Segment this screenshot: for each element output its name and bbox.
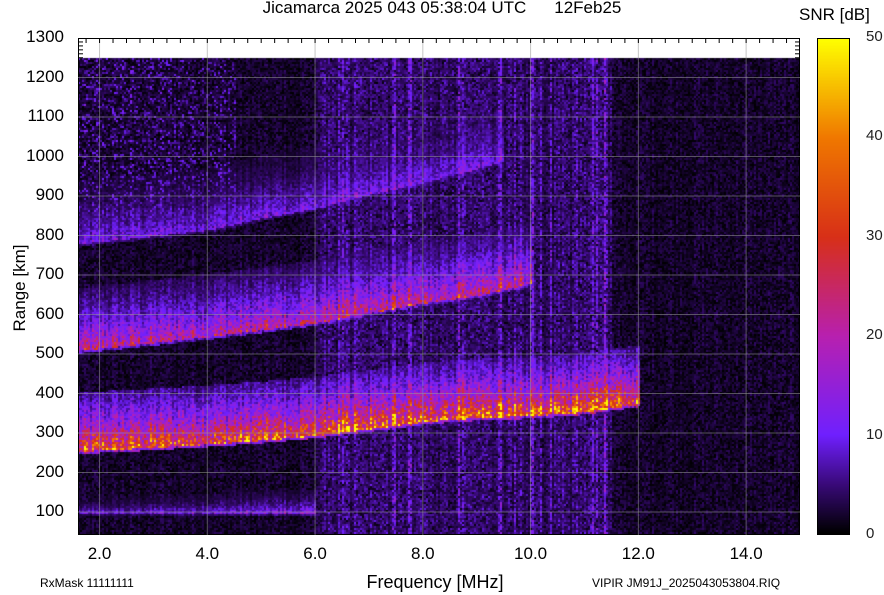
x-tick-label: 12.0 — [621, 544, 655, 563]
y-tick-label: 300 — [35, 422, 64, 441]
colorbar-tick-label: 0 — [866, 525, 875, 542]
x-tick-label: 14.0 — [729, 544, 763, 563]
y-tick-label: 1300 — [26, 27, 64, 46]
x-tick-label: 10.0 — [514, 544, 548, 563]
colorbar-tick-label: 20 — [866, 326, 883, 344]
x-axis-label: Frequency [MHz] — [366, 572, 504, 592]
y-tick-label: 1200 — [26, 66, 64, 86]
colorbar — [817, 38, 850, 535]
y-tick-label: 1100 — [27, 106, 64, 125]
chart-title: Jicamarca 2025 043 05:38:04 UTC 12Feb25 — [0, 0, 884, 18]
y-tick-label: 900 — [35, 185, 64, 204]
plot-frame — [78, 38, 800, 535]
y-tick-label: 200 — [35, 461, 64, 481]
y-tick-label: 100 — [35, 501, 64, 520]
y-tick-label: 500 — [35, 343, 64, 362]
y-tick-label: 1000 — [26, 145, 64, 165]
date-label: 12Feb25 — [554, 0, 622, 17]
y-axis-label: Range [km] — [10, 244, 29, 332]
colorbar-tick-label: 30 — [866, 226, 883, 244]
y-tick-label: 400 — [35, 382, 64, 402]
colorbar-title: SNR [dB] — [799, 5, 870, 24]
x-tick-label: 2.0 — [87, 544, 112, 563]
rxmask-label: RxMask 11111111 — [40, 576, 134, 590]
filename-label: VIPIR JM91J_2025043053804.RIQ — [592, 576, 781, 590]
ionogram-figure: Jicamarca 2025 043 05:38:04 UTC 12Feb25 S… — [0, 0, 884, 595]
x-tick-label: 6.0 — [303, 544, 327, 563]
colorbar-tick-label: 40 — [866, 127, 883, 145]
colorbar-tick-label: 10 — [866, 425, 883, 443]
x-tick-label: 8.0 — [411, 544, 435, 563]
title-text: Jicamarca 2025 043 05:38:04 UTC — [262, 0, 527, 17]
x-tick-label: 4.0 — [195, 544, 220, 563]
colorbar-tick-label: 50 — [866, 28, 883, 45]
